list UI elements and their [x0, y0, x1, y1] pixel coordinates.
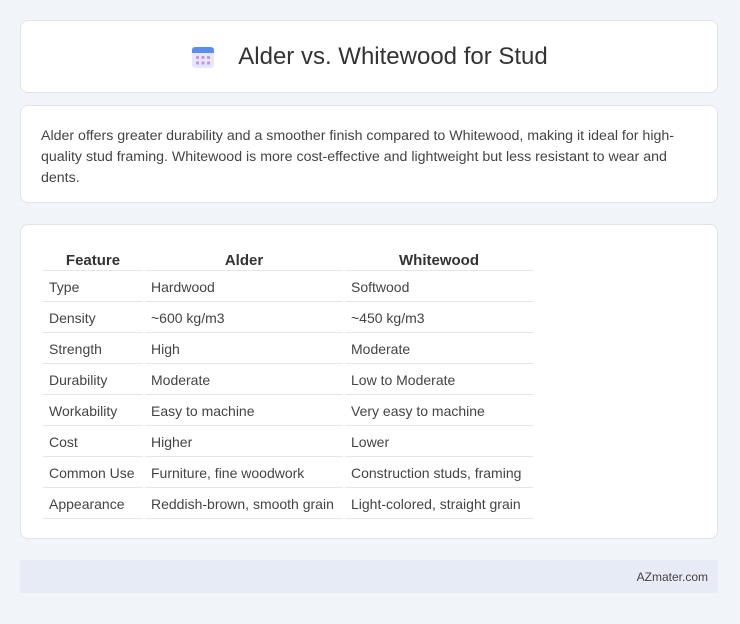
table-cell: Very easy to machine: [345, 397, 533, 426]
table-cell: Appearance: [43, 490, 143, 519]
table-cell: Higher: [145, 428, 343, 457]
column-header-alder: Alder: [145, 247, 343, 271]
table-cell: Hardwood: [145, 273, 343, 302]
table-cell: Density: [43, 304, 143, 333]
page-title: Alder vs. Whitewood for Stud: [238, 42, 548, 70]
table-cell: Lower: [345, 428, 533, 457]
footer-brand: AZmater.com: [636, 569, 708, 584]
table-cell: Low to Moderate: [345, 366, 533, 395]
table-cell: Workability: [43, 397, 143, 426]
table-cell: ~450 kg/m3: [345, 304, 533, 333]
comparison-card: Feature Alder Whitewood Type Hardwood So…: [20, 224, 718, 539]
table-row: Density ~600 kg/m3 ~450 kg/m3: [43, 304, 533, 333]
table-row: Strength High Moderate: [43, 335, 533, 364]
table-cell: Reddish-brown, smooth grain: [145, 490, 343, 519]
table-row: Workability Easy to machine Very easy to…: [43, 397, 533, 426]
table-row: Cost Higher Lower: [43, 428, 533, 457]
table-cell: Common Use: [43, 459, 143, 488]
table-row: Appearance Reddish-brown, smooth grain L…: [43, 490, 533, 519]
table-cell: High: [145, 335, 343, 364]
summary-card: Alder offers greater durability and a sm…: [20, 105, 718, 203]
comparison-table: Feature Alder Whitewood Type Hardwood So…: [41, 245, 535, 521]
table-cell: Cost: [43, 428, 143, 457]
table-cell: Construction studs, framing: [345, 459, 533, 488]
summary-text: Alder offers greater durability and a sm…: [41, 128, 674, 186]
table-row: Common Use Furniture, fine woodwork Cons…: [43, 459, 533, 488]
table-row: Type Hardwood Softwood: [43, 273, 533, 302]
table-cell: Durability: [43, 366, 143, 395]
table-header-row: Feature Alder Whitewood: [43, 247, 533, 271]
table-cell: Strength: [43, 335, 143, 364]
column-header-feature: Feature: [43, 247, 143, 271]
footer: AZmater.com: [20, 560, 718, 593]
table-cell: Easy to machine: [145, 397, 343, 426]
column-header-whitewood: Whitewood: [345, 247, 533, 271]
title-card: Alder vs. Whitewood for Stud: [20, 20, 718, 93]
table-cell: Moderate: [145, 366, 343, 395]
table-cell: Light-colored, straight grain: [345, 490, 533, 519]
calendar-icon: [192, 46, 215, 68]
table-cell: Type: [43, 273, 143, 302]
table-cell: Furniture, fine woodwork: [145, 459, 343, 488]
table-cell: ~600 kg/m3: [145, 304, 343, 333]
table-cell: Moderate: [345, 335, 533, 364]
table-row: Durability Moderate Low to Moderate: [43, 366, 533, 395]
table-cell: Softwood: [345, 273, 533, 302]
